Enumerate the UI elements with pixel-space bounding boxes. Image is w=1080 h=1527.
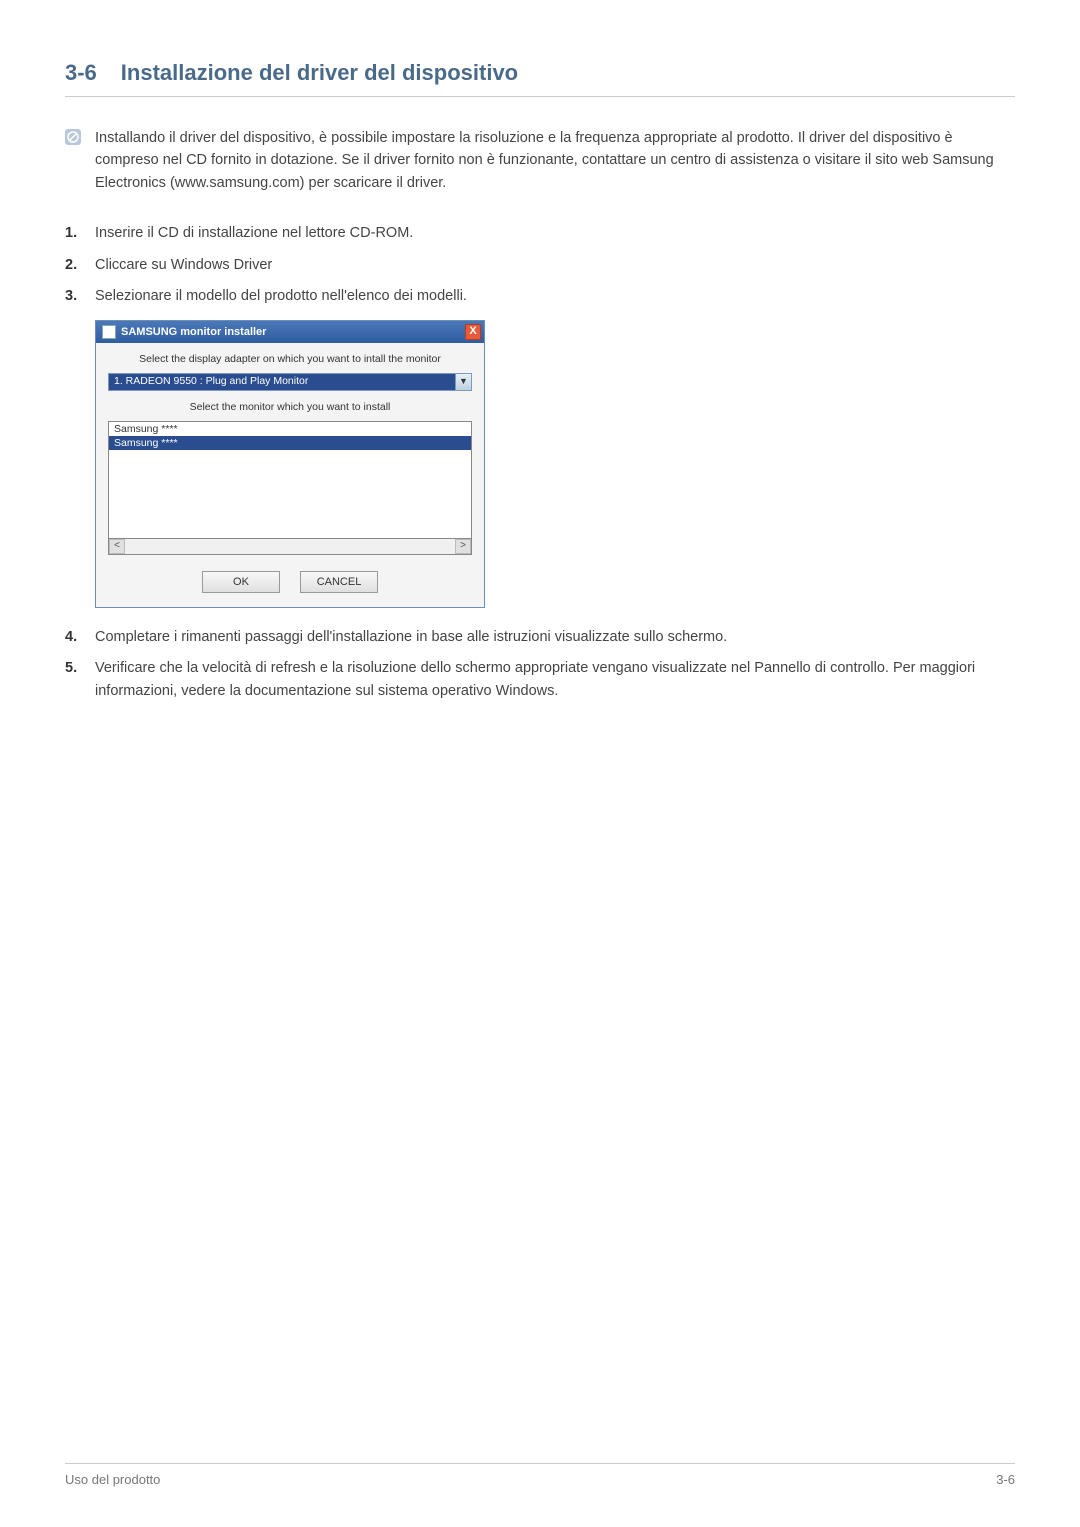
- step-text: Completare i rimanenti passaggi dell'ins…: [95, 626, 727, 649]
- list-item[interactable]: Samsung ****: [109, 436, 471, 450]
- heading-number: 3-6: [65, 60, 97, 86]
- steps-list: Inserire il CD di installazione nel lett…: [65, 222, 1015, 308]
- horizontal-scrollbar[interactable]: < >: [108, 539, 472, 555]
- app-icon: [102, 325, 116, 339]
- heading-title: Installazione del driver del dispositivo: [121, 60, 518, 86]
- section-heading: 3-6 Installazione del driver del disposi…: [65, 60, 1015, 97]
- step-item: Verificare che la velocità di refresh e …: [65, 657, 1015, 703]
- step-item: Cliccare su Windows Driver: [65, 254, 1015, 277]
- note-text: Installando il driver del dispositivo, è…: [95, 127, 1015, 194]
- installer-dialog: SAMSUNG monitor installer X Select the d…: [95, 320, 485, 608]
- dialog-button-row: OK CANCEL: [108, 571, 472, 593]
- cancel-button[interactable]: CANCEL: [300, 571, 378, 593]
- ok-button[interactable]: OK: [202, 571, 280, 593]
- step-item: Completare i rimanenti passaggi dell'ins…: [65, 626, 1015, 649]
- adapter-dropdown[interactable]: 1. RADEON 9550 : Plug and Play Monitor ▼: [108, 373, 472, 391]
- step-text: Selezionare il modello del prodotto nell…: [95, 285, 467, 308]
- steps-list-cont: Completare i rimanenti passaggi dell'ins…: [65, 626, 1015, 704]
- dropdown-value: 1. RADEON 9550 : Plug and Play Monitor: [109, 374, 455, 390]
- page-footer: Uso del prodotto 3-6: [65, 1463, 1015, 1487]
- note-block: Installando il driver del dispositivo, è…: [65, 127, 1015, 194]
- monitor-label: Select the monitor which you want to ins…: [108, 401, 472, 413]
- dialog-title: SAMSUNG monitor installer: [121, 326, 266, 338]
- info-icon: [65, 129, 81, 194]
- footer-right: 3-6: [996, 1472, 1015, 1487]
- step-text: Verificare che la velocità di refresh e …: [95, 657, 1015, 703]
- chevron-down-icon[interactable]: ▼: [455, 374, 471, 390]
- dialog-body: Select the display adapter on which you …: [96, 343, 484, 607]
- scroll-right-icon[interactable]: >: [455, 539, 471, 554]
- footer-left: Uso del prodotto: [65, 1472, 160, 1487]
- scroll-left-icon[interactable]: <: [109, 539, 125, 554]
- step-text: Inserire il CD di installazione nel lett…: [95, 222, 413, 245]
- step-item: Selezionare il modello del prodotto nell…: [65, 285, 1015, 308]
- list-item[interactable]: Samsung ****: [109, 422, 471, 436]
- step-text: Cliccare su Windows Driver: [95, 254, 272, 277]
- close-button[interactable]: X: [465, 324, 481, 340]
- monitor-listbox[interactable]: Samsung **** Samsung ****: [108, 421, 472, 539]
- adapter-label: Select the display adapter on which you …: [108, 353, 472, 365]
- step-item: Inserire il CD di installazione nel lett…: [65, 222, 1015, 245]
- dialog-titlebar: SAMSUNG monitor installer X: [96, 321, 484, 343]
